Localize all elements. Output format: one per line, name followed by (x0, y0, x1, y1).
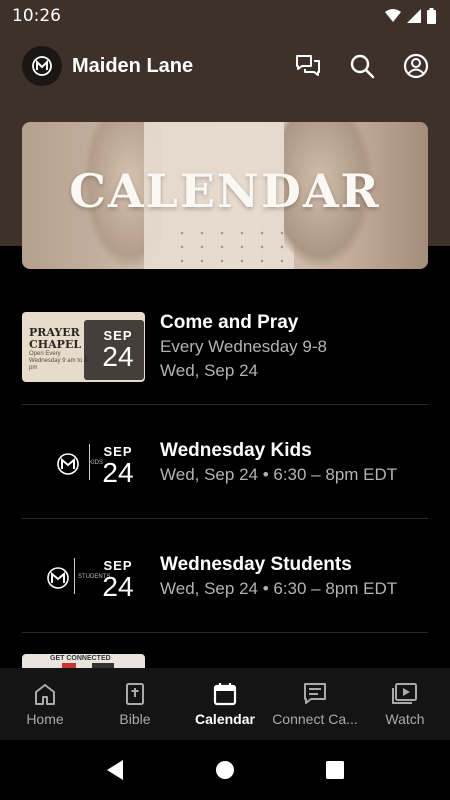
nav-calendar[interactable]: Calendar (180, 668, 270, 740)
nav-label: Calendar (195, 711, 255, 727)
status-time: 10:26 (12, 6, 61, 26)
date-day: 24 (102, 341, 134, 372)
battery-icon (427, 8, 436, 24)
chat-icon (296, 55, 320, 76)
account-button[interactable] (402, 52, 430, 80)
thumb-title: GET CONNECTED (50, 655, 111, 662)
event-date: Wed, Sep 24 • 6:30 – 8pm EDT (160, 465, 398, 484)
divider (22, 632, 428, 633)
nav-label: Watch (385, 711, 425, 727)
nav-label: Connect Ca... (272, 711, 358, 727)
event-thumbnail: GET CONNECTED (22, 654, 145, 668)
event-text: Wednesday Kids Wed, Sep 24 • 6:30 – 8pm … (160, 439, 428, 487)
nav-bible[interactable]: Bible (90, 668, 180, 740)
app-title: Maiden Lane (72, 54, 194, 77)
app-bar: Maiden Lane (0, 32, 450, 100)
banner-title: CALENDAR (69, 164, 381, 218)
event-item-come-and-pray[interactable]: PRAYER CHAPEL Open Every Wednesday 9 am … (22, 290, 428, 404)
home-icon (35, 684, 55, 705)
status-bar: 10:26 (0, 0, 450, 32)
wifi-icon (385, 9, 401, 22)
account-icon (403, 53, 429, 79)
status-icons (385, 8, 436, 24)
system-navigation-bar (0, 740, 450, 800)
thumb-separator (74, 558, 75, 594)
calendar-banner: CALENDAR (22, 122, 428, 269)
event-item-wednesday-students[interactable]: STUDENTS SEP 24 Wednesday Students Wed, … (22, 520, 428, 634)
divider (22, 404, 428, 405)
thumb-title: PRAYER CHAPEL (29, 326, 82, 351)
date-day: 24 (102, 571, 134, 602)
date-block: SEP 24 (98, 428, 138, 487)
date-day: 24 (102, 457, 134, 488)
date-block: SEP 24 (98, 542, 138, 601)
nav-watch[interactable]: Watch (360, 668, 450, 740)
signal-icon (407, 9, 421, 23)
event-item-wednesday-kids[interactable]: KIDS SEP 24 Wednesday Kids Wed, Sep 24 •… (22, 406, 428, 520)
bible-icon (126, 683, 144, 705)
watch-icon (392, 683, 417, 704)
divider (22, 518, 428, 519)
recents-icon[interactable] (325, 760, 345, 780)
home-circle-icon[interactable] (215, 760, 235, 780)
back-icon[interactable] (105, 759, 125, 781)
event-title: Come and Pray (160, 312, 299, 333)
nav-connect-card[interactable]: Connect Ca... (270, 668, 360, 740)
event-thumbnail: STUDENTS SEP 24 (22, 542, 145, 612)
event-date: Wed, Sep 24 • 6:30 – 8pm EDT (160, 579, 398, 598)
search-icon (350, 54, 375, 79)
logo-icon (47, 567, 69, 589)
nav-label: Home (26, 711, 64, 727)
banner-calendar-grid (172, 226, 292, 264)
search-button[interactable] (348, 52, 376, 80)
nav-label: Bible (119, 711, 151, 727)
event-text: Wednesday Students Wed, Sep 24 • 6:30 – … (160, 553, 428, 601)
thumb-subtitle: Open Every Wednesday 9 am to 8 pm (29, 351, 88, 371)
logo-icon (32, 56, 52, 76)
event-schedule: Every Wednesday 9-8 (160, 337, 327, 356)
app-actions (294, 52, 430, 80)
church-logo[interactable] (22, 46, 62, 86)
event-item-get-connected[interactable]: GET CONNECTED (22, 654, 428, 668)
event-thumbnail: KIDS SEP 24 (22, 428, 145, 498)
connect-card-icon (304, 683, 326, 704)
event-title: Wednesday Students (160, 554, 352, 575)
date-block: SEP 24 (98, 312, 138, 371)
nav-home[interactable]: Home (0, 668, 90, 740)
event-text: Come and Pray Every Wednesday 9-8 Wed, S… (160, 311, 428, 383)
event-title: Wednesday Kids (160, 440, 312, 461)
bottom-nav: Home Bible Calendar Connect Ca... Watch (0, 668, 450, 740)
event-thumbnail: PRAYER CHAPEL Open Every Wednesday 9 am … (22, 312, 145, 382)
logo-icon (57, 453, 79, 475)
messages-button[interactable] (294, 52, 322, 80)
calendar-icon (213, 683, 237, 706)
event-date: Wed, Sep 24 (160, 361, 258, 380)
